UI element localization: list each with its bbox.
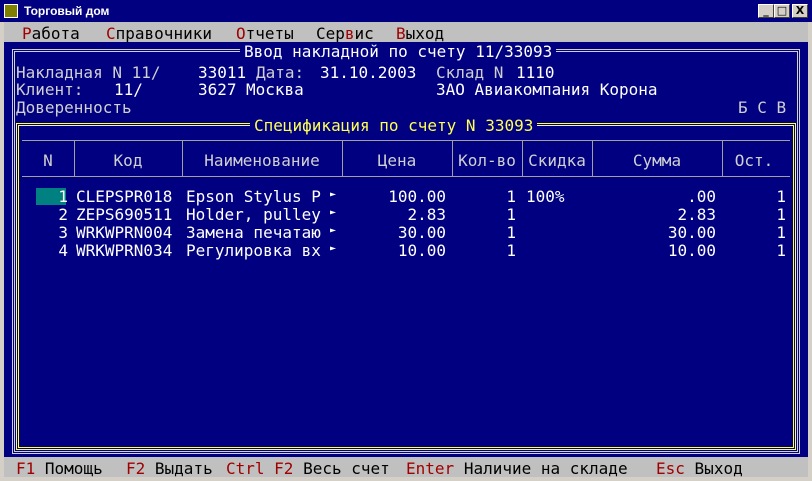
title-bar[interactable]: Торговый дом _ □ X (0, 0, 812, 22)
hotkey-key: F1 (16, 459, 36, 478)
more-arrow-icon: ► (330, 189, 337, 200)
menu-item-otchety[interactable]: Отчеты (236, 24, 294, 43)
col-header-price[interactable]: Цена (342, 151, 452, 170)
app-window: Торговый дом _ □ X Работа Справочники От… (0, 0, 812, 481)
client-code[interactable]: 3627 (198, 80, 237, 99)
menu-label: правочники (115, 24, 212, 43)
cell-qty: 1 (506, 223, 516, 242)
cell-code: WRKWPRN034 (76, 241, 173, 260)
cell-sum: 2.83 (677, 205, 716, 224)
menu-label: Сер (316, 24, 345, 43)
hotkey-key: Enter (406, 459, 455, 478)
cell-price: 10.00 (397, 241, 446, 260)
cell-name: Holder, pulley (186, 205, 321, 224)
hotkey-ctrl-f2[interactable]: Ctrl F2 Весь счет (226, 459, 390, 478)
cell-sum: .00 (687, 187, 716, 206)
cell-rest: 1 (776, 187, 786, 206)
client-prefix: 11/ (114, 80, 143, 99)
cell-sum: 10.00 (667, 241, 716, 260)
hotkey-enter[interactable]: Enter Наличие на складе (406, 459, 628, 478)
menu-item-servis[interactable]: Сервис (316, 24, 374, 43)
cell-price: 2.83 (407, 205, 446, 224)
terminal-area: Работа Справочники Отчеты Сервис Выход В… (4, 22, 808, 478)
cell-code: WRKWPRN004 (76, 223, 173, 242)
menu-hotkey: О (236, 24, 246, 43)
cell-qty: 1 (506, 205, 516, 224)
date-field[interactable]: 31.10.2003 (320, 63, 416, 82)
more-arrow-icon: ► (330, 243, 337, 254)
menu-label: тчеты (245, 24, 294, 43)
cell-qty: 1 (506, 187, 516, 206)
menu-hotkey: С (106, 24, 116, 43)
hotkey-key: F2 (126, 459, 146, 478)
hotkey-label: Помощь (44, 459, 103, 478)
menu-hotkey: в (344, 24, 355, 43)
client-city: Москва (246, 80, 304, 99)
client-label: Клиент: (16, 80, 84, 99)
col-header-discount[interactable]: Скидка (522, 151, 592, 170)
minimize-button[interactable]: _ (758, 4, 774, 18)
cell-price: 100.00 (388, 187, 446, 206)
table-top-line (22, 140, 790, 141)
hotkey-label: Весь счет (303, 459, 390, 478)
status-bar: F1 Помощь F2 Выдать Ctrl F2 Весь счет En… (4, 457, 808, 478)
more-arrow-icon: ► (330, 207, 337, 218)
cell-rest: 1 (776, 223, 786, 242)
col-header-code[interactable]: Код (74, 151, 182, 170)
cell-n: 2 (58, 205, 68, 224)
hotkey-label: Выдать (154, 459, 213, 478)
proxy-label: Доверенность (16, 98, 132, 117)
hotkey-label: Выход (694, 459, 743, 478)
hotkey-label: Наличие на складе (463, 459, 628, 478)
menu-bar: Работа Справочники Отчеты Сервис Выход (4, 22, 808, 43)
client-name: ЗАО Авиакомпания Корона (436, 80, 658, 99)
cell-qty: 1 (506, 241, 516, 260)
cell-name: Epson Stylus P (186, 187, 321, 206)
close-button[interactable]: X (792, 4, 808, 18)
table-header-line (22, 176, 790, 177)
col-header-name[interactable]: Наименование (182, 151, 342, 170)
cell-n: 3 (58, 223, 68, 242)
menu-item-spravochniki[interactable]: Справочники (106, 24, 212, 43)
hotkey-f2[interactable]: F2 Выдать (126, 459, 213, 478)
form-title: Ввод накладной по счету 11/33093 (240, 42, 557, 61)
menu-item-vyhod[interactable]: Выход (396, 24, 444, 43)
menu-label: абота (31, 24, 80, 43)
menu-label: ыход (405, 24, 445, 43)
cell-sum: 30.00 (667, 223, 716, 242)
window-title: Торговый дом (24, 4, 110, 18)
app-icon[interactable] (4, 4, 18, 18)
more-arrow-icon: ► (330, 225, 337, 236)
spec-frame (16, 123, 796, 450)
menu-label: ис (354, 24, 374, 43)
menu-hotkey: В (396, 24, 406, 43)
spec-title: Спецификация по счету N 33093 (250, 116, 538, 135)
cell-rest: 1 (776, 241, 786, 260)
cell-rest: 1 (776, 205, 786, 224)
hotkey-f1[interactable]: F1 Помощь (16, 459, 103, 478)
hotkey-esc[interactable]: Esc Выход (656, 459, 743, 478)
cell-price: 30.00 (397, 223, 446, 242)
col-header-n[interactable]: N (22, 151, 74, 170)
hotkey-key: Ctrl F2 (226, 459, 294, 478)
cell-name: Замена печатаю (186, 223, 321, 242)
cell-n: 1 (58, 187, 68, 206)
col-header-sum[interactable]: Сумма (592, 151, 722, 170)
col-header-qty[interactable]: Кол-во (452, 151, 522, 170)
flags: Б С В (738, 98, 787, 117)
maximize-button[interactable]: □ (774, 4, 790, 18)
menu-hotkey: Р (22, 24, 32, 43)
menu-item-rabota[interactable]: Работа (22, 24, 80, 43)
cell-code: ZEPS690511 (76, 205, 173, 224)
cell-discount: 100% (526, 187, 565, 206)
hotkey-key: Esc (656, 459, 685, 478)
cell-n: 4 (58, 241, 68, 260)
cell-name: Регулировка вх (186, 241, 321, 260)
col-header-rest[interactable]: Ост. (722, 151, 786, 170)
cell-code: CLEPSPR018 (76, 187, 173, 206)
